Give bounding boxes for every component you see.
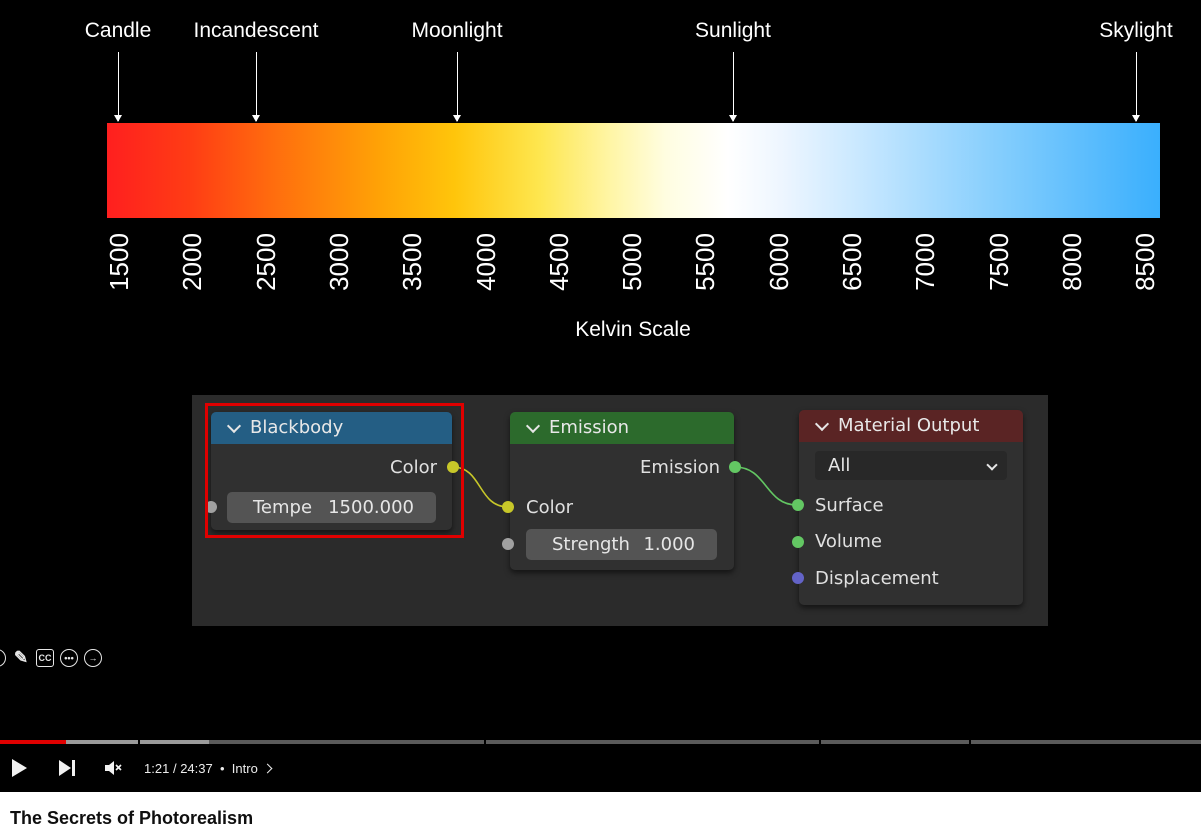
source-label-candle: Candle	[84, 19, 152, 42]
volume-socket[interactable]	[792, 536, 804, 548]
played-progress	[0, 740, 67, 744]
arrow-candle	[114, 52, 122, 122]
kelvin-gradient-bar	[107, 123, 1160, 218]
render-target-dropdown[interactable]: All	[815, 451, 1007, 480]
next-button[interactable]	[59, 750, 75, 786]
chapter-segment[interactable]	[486, 740, 819, 744]
skip-next-icon	[59, 760, 71, 776]
tick-label-2500: 2500	[250, 233, 281, 291]
arrow-skylight	[1132, 52, 1140, 122]
tick-label-6500: 6500	[837, 233, 867, 291]
blackbody-highlight-box	[205, 403, 464, 538]
pencil-icon[interactable]: ✎	[12, 648, 30, 667]
arrow-sunlight	[729, 52, 737, 122]
chevron-down-icon[interactable]	[525, 418, 541, 433]
chevron-down-icon	[986, 459, 998, 471]
emission-node-header[interactable]: Emission	[510, 412, 734, 444]
source-label-moonlight: Moonlight	[411, 19, 503, 42]
tick-label-3500: 3500	[397, 233, 428, 291]
video-title: The Secrets of Photorealism	[10, 808, 254, 828]
displacement-label: Displacement	[815, 568, 939, 589]
play-icon	[12, 759, 27, 777]
emission-node-title: Emission	[549, 417, 630, 438]
tick-label-7000: 7000	[910, 233, 941, 291]
tick-label-6000: 6000	[763, 233, 794, 291]
tick-label-5000: 5000	[617, 233, 648, 291]
tick-label-8000: 8000	[1056, 233, 1087, 291]
overlay-toolbar: ✎ CC ••• →	[0, 647, 108, 669]
displacement-socket[interactable]	[792, 572, 804, 584]
volume-label: Volume	[815, 531, 882, 552]
emission-output-label: Emission	[640, 457, 721, 478]
time-total: 24:37	[180, 760, 213, 776]
emission-color-socket[interactable]	[502, 501, 514, 513]
chapter-title[interactable]: • Intro	[220, 750, 273, 786]
chevron-down-icon[interactable]	[814, 416, 830, 431]
strength-field[interactable]: Strength 1.000	[526, 529, 717, 560]
emission-strength-socket[interactable]	[502, 538, 514, 550]
cc-icon[interactable]: CC	[36, 649, 54, 667]
material-output-node-header[interactable]: Material Output	[799, 410, 1023, 442]
source-label-incandescent: Incandescent	[193, 19, 319, 42]
surface-socket[interactable]	[792, 499, 804, 511]
chapter-label: Intro	[231, 760, 258, 776]
player-controls: 1:21 / 24:37 • Intro	[0, 750, 1201, 786]
forward-icon[interactable]: →	[84, 649, 102, 667]
source-label-skylight: Skylight	[1099, 19, 1173, 42]
progress-bar[interactable]	[0, 740, 1201, 744]
material-output-node-title: Material Output	[838, 415, 980, 436]
tick-label-2000: 2000	[177, 233, 208, 291]
kelvin-scale-title: Kelvin Scale	[575, 318, 691, 341]
tick-label-5500: 5500	[690, 233, 721, 291]
tick-label-3000: 3000	[323, 233, 354, 291]
time-current: 1:21	[144, 760, 170, 776]
volume-muted-icon	[105, 761, 122, 775]
mute-button[interactable]	[104, 750, 122, 786]
surface-label: Surface	[815, 495, 884, 516]
play-button[interactable]	[12, 750, 27, 786]
strength-field-value: 1.000	[643, 534, 695, 555]
circle-icon[interactable]	[0, 649, 6, 667]
tick-label-1500: 1500	[104, 233, 134, 291]
tick-label-8500: 8500	[1130, 233, 1161, 291]
emission-color-label: Color	[526, 497, 573, 518]
arrow-incandescent	[252, 52, 260, 122]
chevron-right-icon	[262, 763, 273, 773]
time-display: 1:21 / 24:37	[144, 760, 213, 776]
strength-field-label: Strength	[552, 534, 630, 555]
chapter-segment[interactable]	[971, 740, 1201, 744]
tick-label-7500: 7500	[983, 233, 1014, 291]
video-frame[interactable]: Candle Incandescent Moonlight Sunlight S…	[0, 0, 1201, 792]
tick-label-4500: 4500	[543, 233, 574, 291]
chapter-segment[interactable]	[821, 740, 969, 744]
more-icon[interactable]: •••	[60, 649, 78, 667]
tick-label-4000: 4000	[470, 233, 501, 291]
emission-output-socket[interactable]	[729, 461, 741, 473]
render-target-value: All	[828, 455, 851, 476]
source-label-sunlight: Sunlight	[695, 19, 771, 42]
arrow-moonlight	[453, 52, 461, 122]
buffered-progress	[140, 740, 209, 744]
